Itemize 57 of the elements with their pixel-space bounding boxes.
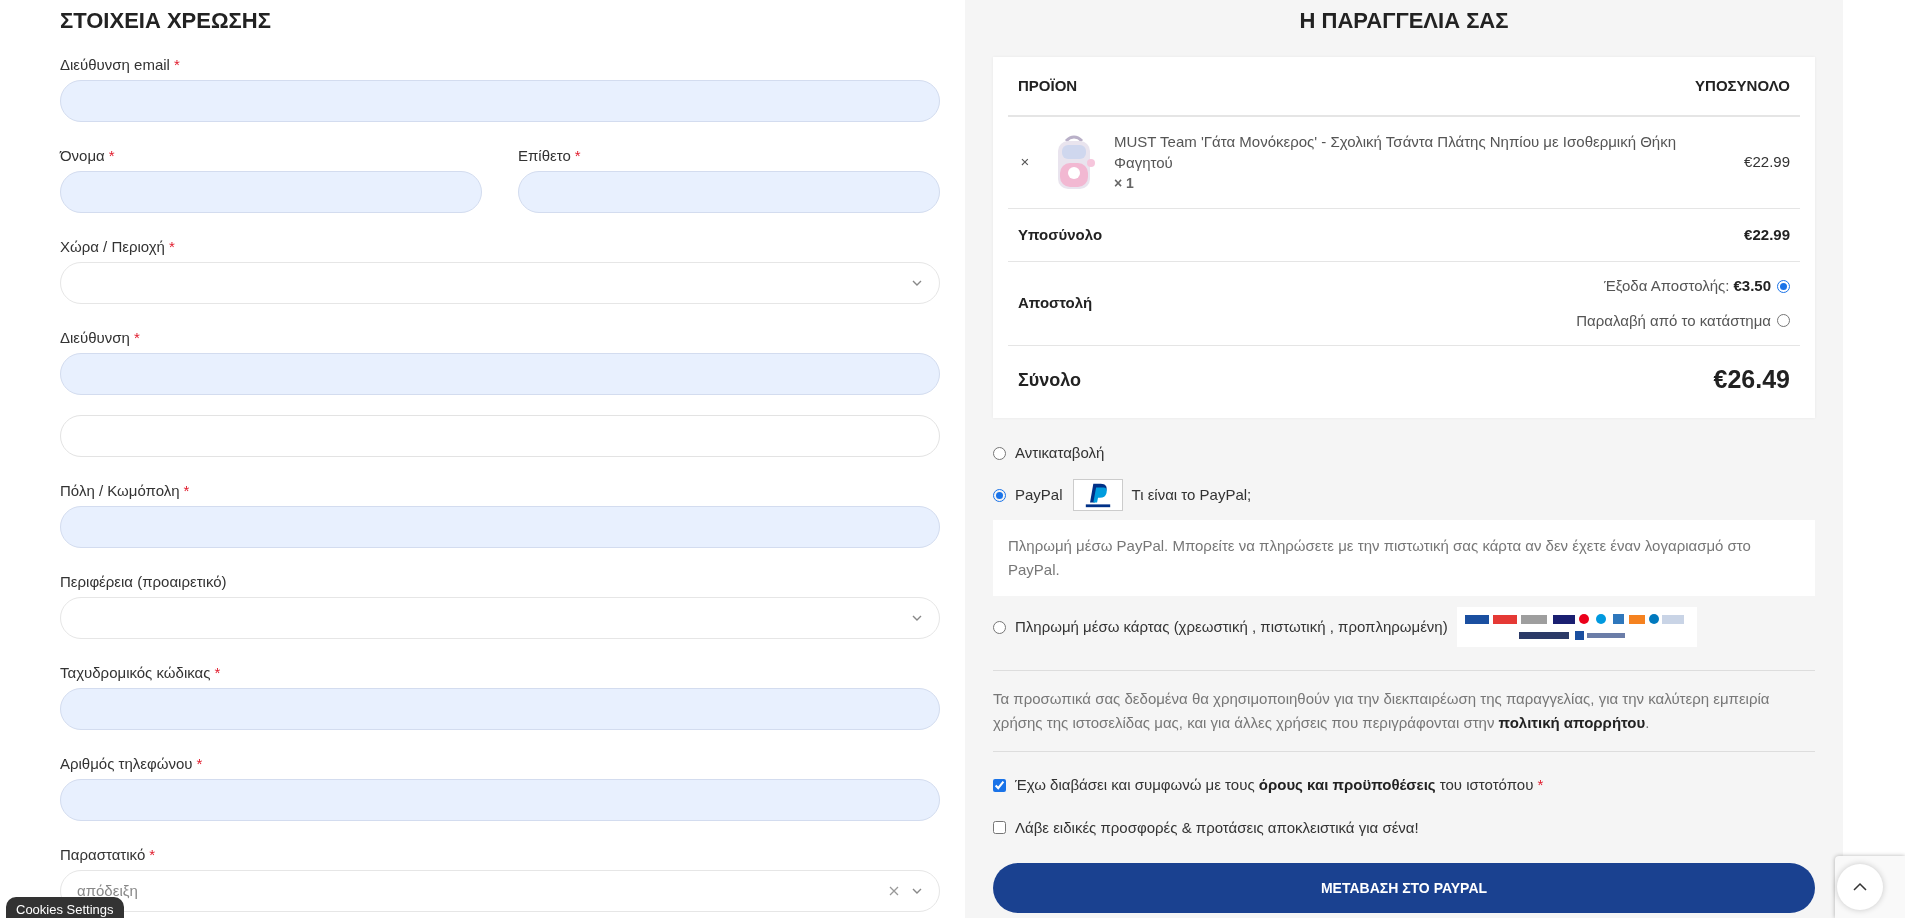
checkbox[interactable] xyxy=(993,821,1006,835)
select-field[interactable] xyxy=(60,262,940,304)
text-field[interactable] xyxy=(60,415,940,457)
column-header: ΥΠΟΣΥΝΟΛΟ xyxy=(1695,75,1790,96)
field-label: Ταχυδρομικός κώδικας * xyxy=(60,664,222,682)
radio-button[interactable] xyxy=(993,446,1006,460)
section-heading: ΣΤΟΙΧΕΙΑ ΧΡΕΩΣΗΣ xyxy=(60,7,272,34)
payment-description: Πληρωμή μέσω PayPal. Μπορείτε να πληρώσετε με την πιστωτική σας κάρτα αν δεν έχετε έναν λογαριασμό στο PayPal. xyxy=(993,520,1815,596)
payment-method-label[interactable]: PayPal xyxy=(1015,483,1063,507)
text-field[interactable] xyxy=(60,688,940,730)
clear-icon[interactable] xyxy=(889,886,899,896)
field-label: Περιφέρεια (προαιρετικό) xyxy=(60,573,228,591)
paypal-info-link[interactable]: Τι είναι το PayPal; xyxy=(1131,483,1252,507)
privacy-notice: Τα προσωπικά σας δεδομένα θα χρησιμοποιηθούν για την διεκπαιρέωση της παραγγελίας, για την καλύτερη εμπειρία χρήσης της ιστοσελίδας μας, και για άλλες χρήσεις που περιγράφονται στην πολιτική απορρήτου. xyxy=(993,689,1771,733)
text-field[interactable] xyxy=(60,80,940,122)
column-header: ΠΡΟΪΟΝ xyxy=(1018,75,1078,96)
shipping-option-label: Παραλαβή από το κατάστημα xyxy=(1576,310,1771,331)
select-field[interactable] xyxy=(60,597,940,639)
remove-item-button[interactable]: × xyxy=(1018,151,1032,174)
field-label: Παραστατικό * xyxy=(60,846,157,864)
paypal-logo-icon xyxy=(1072,479,1123,511)
text-field[interactable] xyxy=(518,171,940,213)
text-field[interactable] xyxy=(60,171,482,213)
text-field[interactable] xyxy=(60,779,940,821)
total-label: Σύνολο xyxy=(1018,368,1082,392)
chevron-up-icon xyxy=(1852,882,1868,892)
checkbox-label: Λάβε ειδικές προσφορές & προτάσεις αποκλειστικά για σένα! xyxy=(1015,817,1419,838)
product-price: €22.99 xyxy=(1744,152,1790,173)
submit-button[interactable]: ΜΕΤΑΒΑΣΗ ΣΤΟ PAYPAL xyxy=(993,863,1815,913)
field-label: Διεύθυνση email * xyxy=(60,56,181,74)
shipping-label: Αποστολή xyxy=(1018,293,1093,314)
product-quantity: × 1 xyxy=(1114,174,1135,193)
subtotal-label: Υποσύνολο xyxy=(1018,224,1103,245)
radio-button[interactable] xyxy=(993,620,1006,634)
field-label: Χώρα / Περιοχή * xyxy=(60,238,176,256)
text-field[interactable] xyxy=(60,506,940,548)
text-field[interactable] xyxy=(60,353,940,395)
terms-link[interactable]: όρους και προϋποθέσεις xyxy=(1258,776,1436,793)
chevron-down-icon xyxy=(911,279,923,287)
checkbox[interactable] xyxy=(993,778,1006,792)
subtotal-value: €22.99 xyxy=(1744,224,1790,245)
payment-method-label[interactable]: Πληρωμή μέσω κάρτας (χρεωστική , πιστωτική , προπληρωμένη) xyxy=(1015,615,1448,639)
field-label: Επίθετο * xyxy=(518,147,582,165)
field-label: Αριθμός τηλεφώνου * xyxy=(60,755,204,773)
shipping-option-label: Έξοδα Αποστολής: €3.50 xyxy=(1603,276,1771,296)
chevron-down-icon xyxy=(911,614,923,622)
payment-method-label[interactable]: Αντικαταβολή xyxy=(1015,441,1105,465)
total-value: €26.49 xyxy=(1713,364,1790,396)
radio-button[interactable] xyxy=(1777,314,1790,328)
field-label: Όνομα * xyxy=(60,147,116,165)
field-label: Πόλη / Κωμόπολη * xyxy=(60,482,191,500)
chevron-down-icon xyxy=(911,887,923,895)
cookies-settings-button[interactable]: Cookies Settings xyxy=(6,896,124,918)
product-name[interactable]: MUST Team 'Γάτα Μονόκερος' - Σχολική Τσάντα Πλάτης Νηπίου με Ισοθερμική Θήκη Φαγητού xyxy=(1114,131,1705,173)
checkbox-label: Έχω διαβάσει και συμφωνώ με τους όρους και προϋποθέσεις του ιστοτόπου * xyxy=(1015,775,1544,795)
section-heading: Η ΠΑΡΑΓΓΕΛΙΑ ΣΑΣ xyxy=(1298,7,1510,34)
field-label: Διεύθυνση * xyxy=(60,329,141,347)
